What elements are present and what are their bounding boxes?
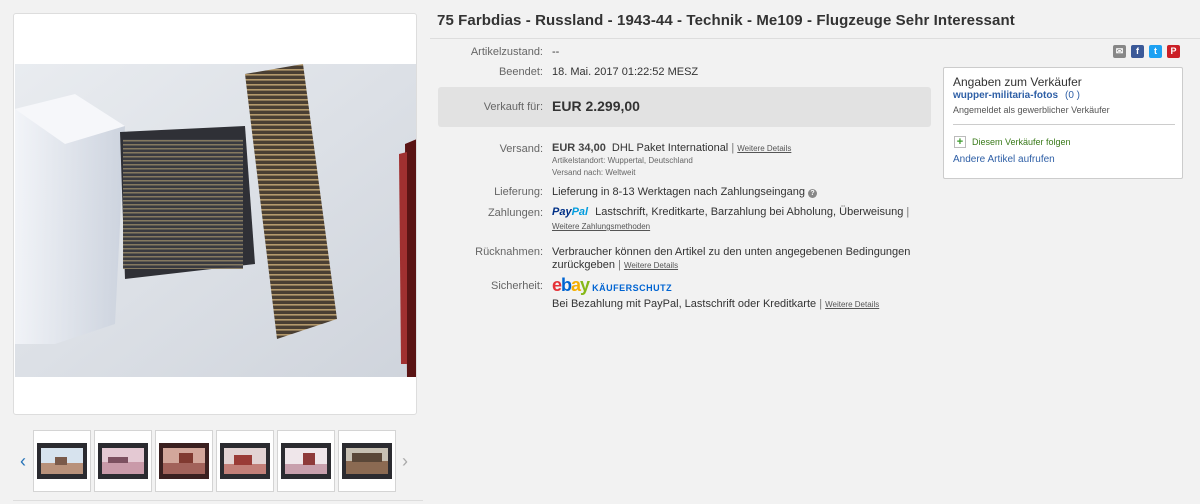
returns-line2: zurückgeben | Weitere Details <box>552 259 679 271</box>
delivery-label: Lieferung: <box>494 186 543 198</box>
thumbnail-4[interactable] <box>216 430 274 492</box>
returns-line2-text: zurückgeben <box>552 259 615 271</box>
pinterest-icon[interactable]: P <box>1167 45 1180 58</box>
shipping-line: EUR 34,00 DHL Paket International | Weit… <box>552 142 792 154</box>
returns-label: Rücknahmen: <box>475 246 543 258</box>
returns-line1: Verbraucher können den Artikel zu den un… <box>552 246 911 258</box>
security-line: Bei Bezahlung mit PayPal, Lastschrift od… <box>552 298 880 310</box>
ended-label: Beendet: <box>498 66 543 78</box>
divider <box>953 124 1175 125</box>
condition-value: -- <box>552 46 560 58</box>
condition-label: Artikelzustand: <box>470 46 543 58</box>
thumbnail-3[interactable] <box>155 430 213 492</box>
security-label: Sicherheit: <box>491 280 543 292</box>
buyer-protection-label: KÄUFERSCHUTZ <box>592 283 673 293</box>
delivery-value: Lieferung in 8-13 Werktagen nach Zahlung… <box>552 186 805 198</box>
payment-more-line: Weitere Zahlungsmethoden <box>552 220 650 232</box>
prev-image-icon[interactable]: ‹ <box>16 452 30 470</box>
divider <box>13 500 423 501</box>
thumbnail-image <box>37 443 87 479</box>
other-items-link[interactable]: Andere Artikel aufrufen <box>953 154 1055 165</box>
security-text: Bei Bezahlung mit PayPal, Lastschrift od… <box>552 298 817 310</box>
thumbnail-image <box>342 443 392 479</box>
thumbnail-image <box>281 443 331 479</box>
item-title: 75 Farbdias - Russland - 1943-44 - Techn… <box>437 12 1015 29</box>
twitter-icon[interactable]: t <box>1149 45 1162 58</box>
item-location: Artikelstandort: Wuppertal, Deutschland <box>552 156 693 165</box>
main-image-frame[interactable] <box>13 13 417 415</box>
sold-price-box: Verkauft für: EUR 2.299,00 <box>438 87 931 127</box>
shipping-label: Versand: <box>499 143 543 155</box>
thumbnail-strip: ‹ › <box>13 430 417 494</box>
payment-methods: Lastschrift, Kreditkarte, Barzahlung bei… <box>595 206 904 218</box>
thumbnail-image <box>98 443 148 479</box>
returns-details-link[interactable]: Weitere Details <box>624 261 678 270</box>
ships-to: Versand nach: Weltweit <box>552 168 636 177</box>
thumbnail-1[interactable] <box>33 430 91 492</box>
paypal-logo: PayPal <box>552 206 589 218</box>
ebay-logo: ebay <box>552 275 590 295</box>
email-icon[interactable]: ✉ <box>1113 45 1126 58</box>
plus-icon[interactable]: + <box>954 136 966 148</box>
seller-feedback-score[interactable]: (0 ) <box>1065 90 1080 101</box>
seller-name-link[interactable]: wupper-militaria-fotos <box>953 90 1058 101</box>
thumbnail-image <box>220 443 270 479</box>
follow-seller-link[interactable]: Diesem Verkäufer folgen <box>972 137 1071 147</box>
help-icon[interactable]: ? <box>808 189 818 198</box>
thumbnail-2[interactable] <box>94 430 152 492</box>
shipping-details-link[interactable]: Weitere Details <box>737 144 791 153</box>
thumbnail-5[interactable] <box>277 430 335 492</box>
shipping-service: DHL Paket International <box>611 142 729 154</box>
ended-value: 18. Mai. 2017 01:22:52 MESZ <box>552 66 699 78</box>
payments-line: PayPal Lastschrift, Kreditkarte, Barzahl… <box>552 206 910 218</box>
thumbnail-image <box>159 443 209 479</box>
seller-status: Angemeldet als gewerblicher Verkäufer <box>953 105 1110 115</box>
sold-price: EUR 2.299,00 <box>552 98 640 114</box>
main-photo[interactable] <box>15 64 417 377</box>
seller-info-box: Angaben zum Verkäufer wupper-militaria-f… <box>943 67 1183 179</box>
more-payment-methods-link[interactable]: Weitere Zahlungsmethoden <box>552 222 650 231</box>
facebook-icon[interactable]: f <box>1131 45 1144 58</box>
thumbnail-6[interactable] <box>338 430 396 492</box>
seller-heading: Angaben zum Verkäufer <box>953 75 1082 89</box>
buyer-protection-badge: ebay KÄUFERSCHUTZ <box>552 275 672 296</box>
security-details-link[interactable]: Weitere Details <box>825 300 879 309</box>
payments-label: Zahlungen: <box>487 207 543 219</box>
sold-label: Verkauft für: <box>483 101 543 113</box>
delivery-line: Lieferung in 8-13 Werktagen nach Zahlung… <box>552 186 818 198</box>
shipping-price: EUR 34,00 <box>552 142 606 154</box>
next-image-icon[interactable]: › <box>398 452 412 470</box>
divider <box>430 38 1200 39</box>
